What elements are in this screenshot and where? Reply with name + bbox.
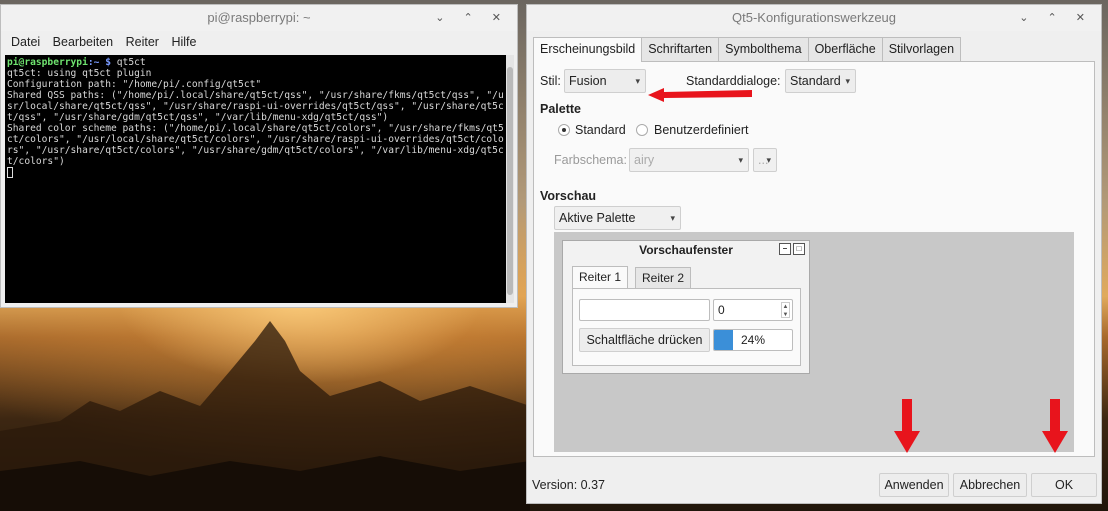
terminal-output[interactable]: pi@raspberrypi:~ $ qt5ct qt5ct: using qt… — [5, 55, 507, 303]
style-label: Stil: — [540, 74, 561, 88]
preview-window-buttons: – □ — [779, 243, 805, 255]
radio-custom[interactable] — [636, 124, 648, 136]
window-controls[interactable]: ⌄ ⌃ ✕ — [435, 5, 509, 31]
tab-schriftarten[interactable]: Schriftarten — [641, 37, 720, 61]
terminal-cursor — [7, 167, 13, 178]
terminal-titlebar[interactable]: pi@raspberrypi: ~ ⌄ ⌃ ✕ — [1, 5, 517, 31]
chevron-down-icon: ▾ — [635, 76, 640, 86]
terminal-output-text: qt5ct: using qt5ct plugin Configuration … — [7, 68, 504, 167]
wallpaper-silhouette — [0, 321, 530, 511]
radio-standard[interactable] — [558, 124, 570, 136]
window-controls[interactable]: ⌄ ⌃ ✕ — [1019, 5, 1093, 31]
preview-palette-combo[interactable]: Aktive Palette ▾ — [554, 206, 681, 230]
style-value: Fusion — [569, 74, 607, 88]
preview-tab-2[interactable]: Reiter 2 — [635, 267, 692, 289]
terminal-menubar: Datei Bearbeiten Reiter Hilfe — [1, 31, 517, 53]
tab-symbolthema[interactable]: Symbolthema — [718, 37, 809, 61]
scrollbar-thumb[interactable] — [507, 67, 513, 295]
dialogs-label: Standarddialoge: — [686, 74, 781, 88]
preview-window: Vorschaufenster – □ Reiter 1 Reiter 2 0 … — [562, 240, 810, 374]
terminal-command: qt5ct — [116, 57, 146, 68]
qt5ct-titlebar[interactable]: Qt5-Konfigurationswerkzeug ⌄ ⌃ ✕ — [527, 5, 1101, 31]
ok-button[interactable]: OK — [1031, 473, 1097, 497]
radio-custom-label: Benutzerdefiniert — [654, 123, 749, 137]
scheme-label: Farbschema: — [554, 153, 627, 167]
tab-stilvorlagen[interactable]: Stilvorlagen — [881, 37, 962, 61]
qt5ct-window[interactable]: Qt5-Konfigurationswerkzeug ⌄ ⌃ ✕ Erschei… — [526, 4, 1102, 504]
preview-tab-1[interactable]: Reiter 1 — [572, 266, 629, 289]
preview-window-title: Vorschaufenster — [639, 243, 733, 257]
annotation-arrow-apply — [894, 399, 920, 453]
preview-tab-panel: 0 ▲ ▼ Schaltfläche drücken 24% — [572, 288, 801, 366]
dialogs-value: Standard — [790, 74, 841, 88]
preview-palette-value: Aktive Palette — [559, 211, 636, 225]
minimize-icon: – — [779, 243, 791, 255]
version-label: Version: 0.37 — [532, 478, 605, 492]
annotation-arrow-style — [648, 88, 752, 102]
chevron-down-icon: ▾ — [670, 213, 675, 223]
style-combo[interactable]: Fusion ▾ — [564, 69, 646, 93]
terminal-window[interactable]: pi@raspberrypi: ~ ⌄ ⌃ ✕ Datei Bearbeiten… — [0, 4, 518, 308]
tab-erscheinungsbild[interactable]: Erscheinungsbild — [533, 37, 643, 62]
menu-bearbeiten[interactable]: Bearbeiten — [53, 35, 113, 49]
scheme-more-button[interactable]: ... ▾ — [753, 148, 777, 172]
tab-bar: Erscheinungsbild Schriftarten Symbolthem… — [533, 37, 962, 62]
scheme-combo[interactable]: airy ▾ — [629, 148, 749, 172]
chevron-down-icon: ▾ — [845, 76, 850, 86]
maximize-icon: □ — [793, 243, 805, 255]
menu-datei[interactable]: Datei — [11, 35, 40, 49]
spin-value: 0 — [718, 303, 725, 317]
appearance-panel: Stil: Fusion ▾ Standarddialoge: Standard… — [533, 61, 1095, 457]
preview-spinbox[interactable]: 0 ▲ ▼ — [713, 299, 793, 321]
terminal-title: pi@raspberrypi: ~ — [207, 10, 311, 25]
tab-oberflaeche[interactable]: Oberfläche — [807, 37, 883, 61]
preview-window-titlebar: Vorschaufenster – □ — [563, 241, 809, 259]
chevron-down-icon: ▾ — [738, 155, 743, 165]
palette-heading: Palette — [540, 102, 581, 116]
cancel-button[interactable]: Abbrechen — [953, 473, 1027, 497]
preview-text-input[interactable] — [579, 299, 710, 321]
prompt-path: :~ $ — [87, 57, 117, 68]
preview-heading: Vorschau — [540, 189, 597, 203]
dialogs-combo[interactable]: Standard ▾ — [785, 69, 856, 93]
radio-standard-label: Standard — [575, 123, 626, 137]
chevron-down-icon: ▾ — [766, 155, 771, 165]
apply-button[interactable]: Anwenden — [879, 473, 949, 497]
terminal-scrollbar[interactable] — [506, 55, 514, 303]
preview-area: Vorschaufenster – □ Reiter 1 Reiter 2 0 … — [554, 232, 1074, 453]
prompt-user: pi@raspberrypi — [7, 57, 88, 68]
spin-arrows-icon[interactable]: ▲ ▼ — [781, 302, 790, 318]
preview-push-button[interactable]: Schaltfläche drücken — [579, 328, 710, 352]
scheme-value: airy — [634, 153, 655, 167]
preview-progress-bar: 24% — [713, 329, 793, 351]
menu-reiter[interactable]: Reiter — [126, 35, 159, 49]
qt5ct-title: Qt5-Konfigurationswerkzeug — [731, 10, 897, 25]
progress-text: 24% — [740, 333, 766, 347]
annotation-arrow-ok — [1042, 399, 1068, 453]
menu-hilfe[interactable]: Hilfe — [171, 35, 196, 49]
